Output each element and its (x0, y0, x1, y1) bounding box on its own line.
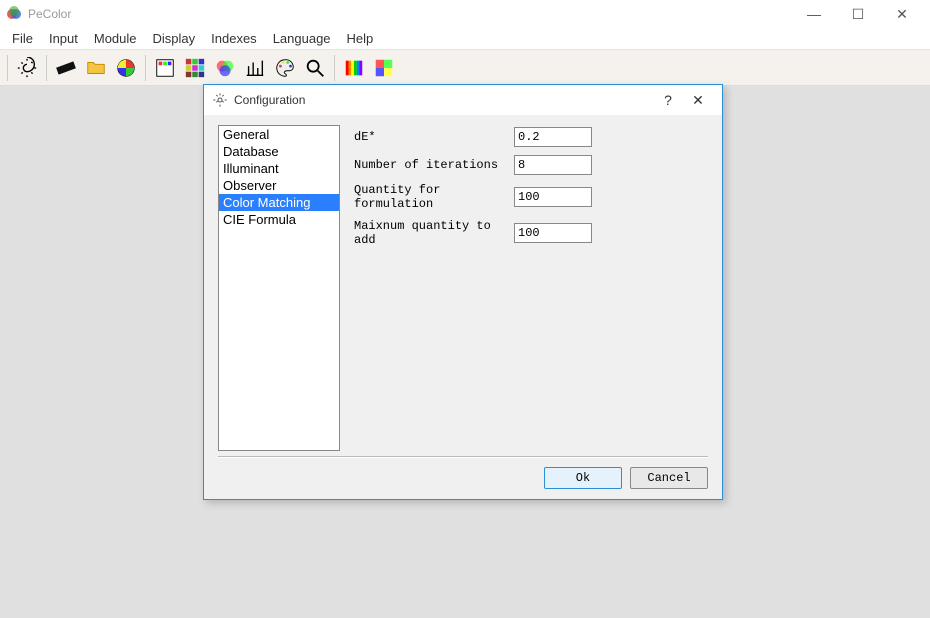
toolbar-separator (334, 55, 335, 81)
art-palette-icon[interactable] (271, 54, 299, 82)
color-wheel-icon[interactable] (112, 54, 140, 82)
category-observer[interactable]: Observer (219, 177, 339, 194)
color-quad-icon[interactable] (370, 54, 398, 82)
minimize-button[interactable]: — (792, 0, 836, 28)
category-list[interactable]: General Database Illuminant Observer Col… (218, 125, 340, 451)
zoom-icon[interactable] (301, 54, 329, 82)
category-illuminant[interactable]: Illuminant (219, 160, 339, 177)
toolbar (0, 50, 930, 86)
ok-button[interactable]: Ok (544, 467, 622, 489)
window-title: PeColor (28, 7, 792, 21)
chart-icon[interactable] (241, 54, 269, 82)
category-general[interactable]: General (219, 126, 339, 143)
dialog-titlebar: Configuration ? ✕ (204, 85, 722, 115)
category-color-matching[interactable]: Color Matching (219, 194, 339, 211)
window-titlebar: PeColor — ☐ ✕ (0, 0, 930, 28)
swatch-icon[interactable] (52, 54, 80, 82)
menu-help[interactable]: Help (339, 29, 382, 48)
menu-language[interactable]: Language (265, 29, 339, 48)
category-database[interactable]: Database (219, 143, 339, 160)
folder-icon[interactable] (82, 54, 110, 82)
dialog-close-button[interactable]: ✕ (682, 92, 714, 109)
close-button[interactable]: ✕ (880, 0, 924, 28)
app-icon (6, 6, 22, 22)
palette-icon[interactable] (151, 54, 179, 82)
menu-indexes[interactable]: Indexes (203, 29, 265, 48)
max-quantity-label: Maixnum quantity to add (354, 219, 514, 247)
gear-icon (212, 92, 228, 108)
quantity-formulation-input[interactable] (514, 187, 592, 207)
dialog-help-button[interactable]: ? (654, 92, 682, 108)
rgb-venn-icon[interactable] (211, 54, 239, 82)
menu-file[interactable]: File (4, 29, 41, 48)
iterations-input[interactable] (514, 155, 592, 175)
settings-icon[interactable] (13, 54, 41, 82)
quantity-formulation-label: Quantity for formulation (354, 183, 514, 211)
maximize-button[interactable]: ☐ (836, 0, 880, 28)
spectrum-icon[interactable] (340, 54, 368, 82)
dialog-title: Configuration (234, 93, 654, 107)
toolbar-separator (145, 55, 146, 81)
toolbar-separator (46, 55, 47, 81)
cancel-button[interactable]: Cancel (630, 467, 708, 489)
configuration-dialog: Configuration ? ✕ General Database Illum… (203, 84, 723, 500)
category-cie-formula[interactable]: CIE Formula (219, 211, 339, 228)
de-input[interactable] (514, 127, 592, 147)
de-label: dE* (354, 130, 514, 144)
grid-colors-icon[interactable] (181, 54, 209, 82)
menu-display[interactable]: Display (145, 29, 204, 48)
max-quantity-input[interactable] (514, 223, 592, 243)
menu-input[interactable]: Input (41, 29, 86, 48)
menu-module[interactable]: Module (86, 29, 145, 48)
menu-bar: File Input Module Display Indexes Langua… (0, 28, 930, 50)
form-area: dE* Number of iterations Quantity for fo… (354, 125, 708, 452)
toolbar-separator (7, 55, 8, 81)
iterations-label: Number of iterations (354, 158, 514, 172)
